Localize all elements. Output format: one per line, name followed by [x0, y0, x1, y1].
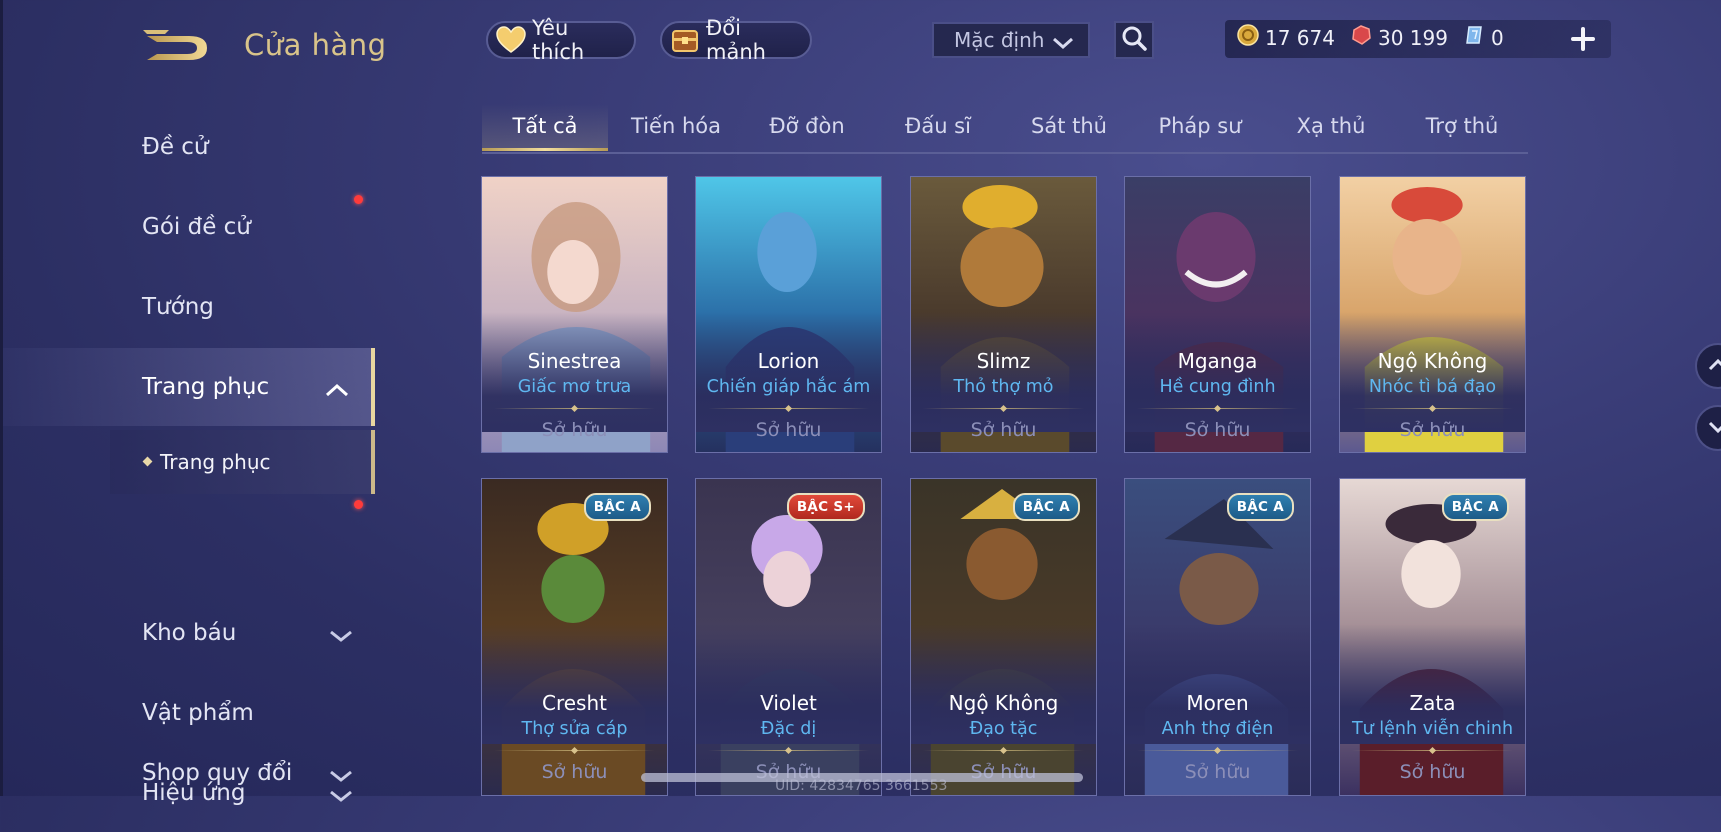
- hero-name: Cresht: [542, 691, 607, 715]
- sidebar-subitem-skins[interactable]: Trang phục: [110, 430, 375, 494]
- tab-evolution[interactable]: Tiến hóa: [631, 114, 721, 138]
- sidebar-item-recommended[interactable]: Đề cử: [3, 108, 375, 186]
- skin-card[interactable]: Lorion Chiến giáp hắc ám Sở hữu: [695, 176, 882, 453]
- owned-status: Sở hữu: [541, 419, 608, 441]
- search-button[interactable]: [1114, 21, 1154, 59]
- skin-name: Thỏ thợ mỏ: [953, 377, 1054, 397]
- favorite-label: Yêu thích: [532, 16, 585, 64]
- sort-select-value: Mặc định: [954, 28, 1045, 52]
- skin-card[interactable]: Ngộ Không Nhóc tì bá đạo Sở hữu: [1339, 176, 1526, 453]
- sidebar-item-treasure[interactable]: Kho báu: [3, 594, 375, 672]
- skin-name: Chiến giáp hắc ám: [706, 377, 871, 397]
- skin-card[interactable]: Slimz Thỏ thợ mỏ Sở hữu: [910, 176, 1097, 453]
- tab-fighter[interactable]: Đấu sĩ: [905, 114, 971, 138]
- gold-balance: 17 674: [1237, 24, 1335, 51]
- skin-name: Anh thợ điện: [1161, 719, 1274, 739]
- chevron-down-icon: [329, 624, 353, 650]
- skin-card[interactable]: BẬC A Cresht Thợ sửa cáp Sở hữu: [481, 478, 668, 796]
- tab-tank[interactable]: Đỡ đòn: [769, 114, 844, 138]
- add-currency-button[interactable]: [1568, 24, 1598, 54]
- skin-card[interactable]: Mganga Hề cung đình Sở hữu: [1124, 176, 1311, 453]
- ruby-icon: [1350, 24, 1372, 51]
- skin-card[interactable]: BẬC S+ Violet Đặc dị Sở hữu: [695, 478, 882, 796]
- swap-label: Đổi mảnh: [706, 16, 766, 64]
- plus-icon: [1568, 27, 1598, 58]
- chevron-down-icon: [329, 764, 353, 790]
- favorite-button[interactable]: Yêu thích: [486, 16, 636, 64]
- search-icon: [1121, 25, 1147, 55]
- owned-status: Sở hữu: [1184, 761, 1251, 783]
- tab-assassin[interactable]: Sát thủ: [1031, 114, 1107, 138]
- sidebar-item-heroes[interactable]: Tướng: [3, 268, 375, 346]
- hero-name: Ngộ Không: [948, 691, 1059, 715]
- skin-card[interactable]: BẬC A Ngộ Không Đạo tặc Sở hữu: [910, 478, 1097, 796]
- scroll-down-button[interactable]: [1695, 405, 1721, 451]
- owned-status: Sở hữu: [1399, 761, 1466, 783]
- hero-name: Violet: [760, 691, 817, 715]
- hero-name: Mganga: [1177, 349, 1258, 373]
- tab-mage[interactable]: Pháp sư: [1158, 114, 1241, 138]
- sidebar-item-skins[interactable]: Trang phục: [3, 348, 375, 426]
- home-indicator[interactable]: [641, 773, 1083, 782]
- swap-fragments-button[interactable]: Đổi mảnh: [660, 16, 812, 64]
- tab-all[interactable]: Tất cả: [512, 114, 577, 138]
- skin-name: Thợ sửa cáp: [521, 719, 628, 739]
- hero-name: Lorion: [757, 349, 820, 373]
- skin-name: Tư lệnh viễn chinh: [1351, 719, 1514, 739]
- notification-dot: [354, 195, 363, 204]
- back-logo-icon[interactable]: [143, 26, 213, 66]
- chest-icon: [670, 25, 700, 55]
- scroll-up-button[interactable]: [1695, 343, 1721, 389]
- sidebar-item-exchange-shop[interactable]: Shop quy đổi: [3, 734, 375, 812]
- tier-badge: BẬC A: [1226, 493, 1294, 521]
- heart-icon: [496, 25, 526, 55]
- owned-status: Sở hữu: [970, 419, 1037, 441]
- ruby-balance: 30 199: [1350, 24, 1448, 51]
- skin-name: Đạo tặc: [969, 719, 1038, 739]
- hero-name: Sinestrea: [527, 349, 622, 373]
- owned-status: Sở hữu: [755, 419, 822, 441]
- skin-card[interactable]: Sinestrea Giấc mơ trưa Sở hữu: [481, 176, 668, 453]
- gold-coin-icon: [1237, 24, 1259, 51]
- sidebar-item-recommended-packs[interactable]: Gói đề cử: [3, 188, 375, 266]
- chevron-up-icon: [325, 378, 349, 404]
- page-title: Cửa hàng: [244, 28, 387, 62]
- owned-status: Sở hữu: [1184, 419, 1251, 441]
- owned-status: Sở hữu: [541, 761, 608, 783]
- skin-card[interactable]: BẬC A Moren Anh thợ điện Sở hữu: [1124, 478, 1311, 796]
- skin-card[interactable]: BẬC A Zata Tư lệnh viễn chinh Sở hữu: [1339, 478, 1526, 796]
- tier-badge: BẬC S+: [786, 493, 865, 521]
- skin-name: Nhóc tì bá đạo: [1368, 377, 1497, 397]
- tier-badge: BẬC A: [1441, 493, 1509, 521]
- skin-name: Đặc dị: [760, 719, 817, 739]
- owned-status: Sở hữu: [1399, 419, 1466, 441]
- diamond-bullet-icon: [142, 456, 153, 467]
- skin-name: Giấc mơ trưa: [517, 377, 632, 397]
- gem-icon: [1463, 24, 1485, 51]
- tab-support[interactable]: Trợ thủ: [1426, 114, 1499, 138]
- hero-name: Slimz: [976, 349, 1031, 373]
- chevron-up-icon: [1708, 357, 1721, 376]
- gem-balance: 0: [1463, 24, 1504, 51]
- tier-badge: BẬC A: [1012, 493, 1080, 521]
- hero-name: Zata: [1409, 691, 1456, 715]
- chevron-down-icon: [1052, 32, 1074, 56]
- skin-name: Hề cung đình: [1159, 377, 1276, 397]
- notification-dot: [354, 500, 363, 509]
- sort-select[interactable]: Mặc định: [932, 22, 1090, 58]
- tab-marksman[interactable]: Xạ thủ: [1297, 114, 1366, 138]
- active-tab-underline: [482, 148, 608, 151]
- tier-badge: BẬC A: [583, 493, 651, 521]
- chevron-down-icon: [1708, 419, 1721, 438]
- hero-name: Moren: [1186, 691, 1249, 715]
- hero-name: Ngộ Không: [1377, 349, 1488, 373]
